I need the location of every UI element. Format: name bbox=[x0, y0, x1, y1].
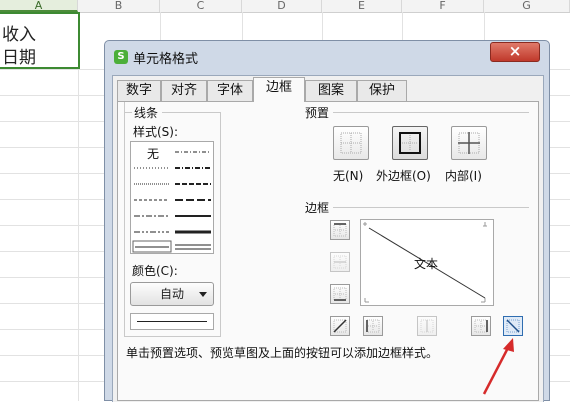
tab-alignment[interactable]: 对齐 bbox=[161, 80, 207, 101]
border-title: 边框 bbox=[305, 201, 330, 215]
lines-group-border-left bbox=[124, 102, 125, 336]
line-style-swatches[interactable] bbox=[131, 142, 215, 255]
border-right-icon bbox=[474, 319, 488, 333]
preset-inside-label: 内部(I) bbox=[445, 169, 482, 183]
tab-border[interactable]: 边框 bbox=[253, 77, 305, 102]
border-bottom-icon bbox=[333, 287, 347, 301]
lines-group-separator bbox=[162, 112, 220, 113]
dialog-titlebar[interactable]: S 单元格格式 × bbox=[105, 41, 549, 71]
lines-group-title: 线条 bbox=[134, 106, 159, 120]
tab-protection[interactable]: 保护 bbox=[357, 80, 407, 101]
preset-inside-icon bbox=[458, 132, 480, 154]
style-label: 样式(S): bbox=[133, 125, 179, 139]
cell-text-line-2: 日期 bbox=[2, 48, 36, 68]
app-icon: S bbox=[114, 50, 128, 64]
border-left-button[interactable] bbox=[363, 316, 383, 336]
lines-group-border-bottom bbox=[124, 336, 221, 337]
column-header-d[interactable]: D bbox=[242, 0, 322, 12]
tab-font[interactable]: 字体 bbox=[207, 80, 253, 101]
tab-number[interactable]: 数字 bbox=[117, 80, 161, 101]
column-header-g[interactable]: G bbox=[484, 0, 570, 12]
preset-none-button[interactable] bbox=[333, 126, 369, 160]
color-dropdown[interactable]: 自动 bbox=[130, 282, 214, 306]
border-preview-sketch[interactable]: 文本 bbox=[360, 219, 494, 306]
diagonal-down-icon bbox=[506, 319, 520, 333]
line-color-preview bbox=[130, 313, 214, 330]
border-bottom-button[interactable] bbox=[330, 284, 350, 304]
close-button[interactable]: × bbox=[490, 42, 540, 62]
border-right-button[interactable] bbox=[471, 316, 491, 336]
selected-cell-a1[interactable]: 收入 日期 bbox=[0, 12, 80, 69]
presets-title: 预置 bbox=[305, 106, 330, 120]
preview-text: 文本 bbox=[414, 257, 439, 271]
color-label: 颜色(C): bbox=[132, 264, 178, 278]
border-inside-horizontal-icon bbox=[333, 255, 347, 269]
lines-group-border-right bbox=[220, 112, 221, 336]
border-diagonal-down-button[interactable] bbox=[503, 316, 523, 336]
preset-outline-button[interactable] bbox=[392, 126, 428, 160]
preset-outline-icon bbox=[399, 132, 421, 154]
column-header-f[interactable]: F bbox=[402, 0, 484, 12]
border-diagonal-up-button[interactable] bbox=[330, 316, 350, 336]
line-style-list[interactable]: 无 bbox=[130, 141, 214, 254]
border-inside-vertical-button[interactable] bbox=[417, 316, 437, 336]
column-header-a[interactable]: A bbox=[0, 0, 78, 12]
diagonal-up-icon bbox=[333, 319, 347, 333]
grid-line bbox=[78, 12, 79, 401]
border-left-icon bbox=[366, 319, 380, 333]
preset-outline-label: 外边框(O) bbox=[376, 169, 431, 183]
border-inside-vertical-icon bbox=[420, 319, 434, 333]
border-top-icon bbox=[333, 223, 347, 237]
dialog-title: 单元格格式 bbox=[133, 52, 199, 67]
preset-none-icon bbox=[340, 132, 362, 154]
chevron-down-icon bbox=[199, 292, 207, 297]
cell-text-line-1: 收入 bbox=[2, 25, 36, 45]
column-header-b[interactable]: B bbox=[78, 0, 160, 12]
column-header-e[interactable]: E bbox=[322, 0, 402, 12]
hint-text: 单击预置选项、预览草图及上面的按钮可以添加边框样式。 bbox=[126, 346, 439, 360]
border-inside-horizontal-button[interactable] bbox=[330, 252, 350, 272]
color-value: 自动 bbox=[159, 287, 184, 301]
presets-separator bbox=[333, 112, 529, 113]
preset-inside-button[interactable] bbox=[451, 126, 487, 160]
border-top-button[interactable] bbox=[330, 220, 350, 240]
preset-none-label: 无(N) bbox=[333, 169, 364, 183]
lines-group-border-top bbox=[124, 112, 132, 113]
column-header-c[interactable]: C bbox=[160, 0, 242, 12]
tab-pattern[interactable]: 图案 bbox=[305, 80, 357, 101]
border-separator bbox=[333, 207, 529, 208]
